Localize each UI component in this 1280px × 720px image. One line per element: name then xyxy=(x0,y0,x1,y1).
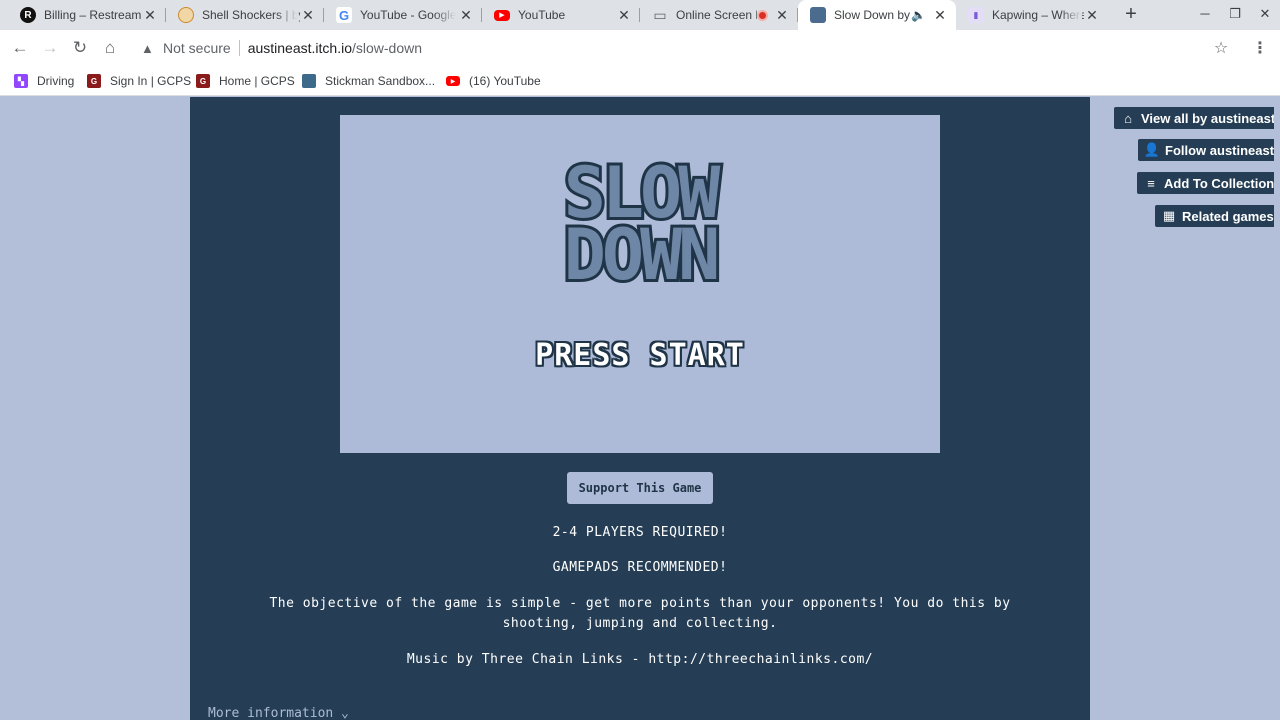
restream-icon: R xyxy=(20,7,36,23)
music-credit-text: Music by Three Chain Links - http://thre… xyxy=(406,652,874,667)
kapwing-icon: ▮ xyxy=(968,7,984,23)
restore-icon[interactable]: ❐ xyxy=(1226,6,1244,24)
recording-icon xyxy=(757,9,768,21)
url-path: /slow-down xyxy=(352,40,423,56)
logo-line-2: DOWN xyxy=(564,214,717,287)
stickman-icon xyxy=(302,74,316,88)
objective-text: The objective of the game is simple - ge… xyxy=(269,596,1011,631)
gamepads-recommended-text: GAMEPADS RECOMMENDED! xyxy=(552,560,728,575)
url-host: austineast.itch.io xyxy=(247,40,352,56)
home-icon[interactable]: ⌂ xyxy=(100,38,120,58)
close-tab-icon[interactable]: ✕ xyxy=(1084,7,1100,23)
close-tab-icon[interactable]: ✕ xyxy=(932,7,948,23)
reload-icon[interactable]: ↻ xyxy=(70,38,90,58)
not-secure-label[interactable]: Not secure xyxy=(163,40,231,56)
forward-icon[interactable]: → xyxy=(40,38,60,58)
menu-kebab-icon[interactable]: ⋮ xyxy=(1250,38,1270,58)
bookmark-sign-in-gcps[interactable]: G Sign In | GCPS xyxy=(87,71,191,91)
add-to-collection-button[interactable]: ≡ Add To Collection xyxy=(1137,172,1280,194)
list-add-icon: ≡ xyxy=(1147,175,1155,191)
bookmark-star-icon[interactable]: ☆ xyxy=(1211,38,1231,58)
browser-toolbar: ← → ↻ ⌂ ▲ Not secure austineast.itch.io /… xyxy=(0,30,1280,66)
bookmark-youtube[interactable]: ▶ (16) YouTube xyxy=(446,71,541,91)
egg-icon xyxy=(178,7,194,23)
itch-store-icon: ⌂ xyxy=(1124,110,1132,126)
add-user-icon: 👤 xyxy=(1143,142,1161,157)
monitor-icon: ▭ xyxy=(653,6,667,23)
speaker-icon[interactable]: 🔈 xyxy=(911,8,926,22)
tab-online-screen-recorder[interactable]: ▭ Online Screen R ✕ xyxy=(640,0,798,30)
players-required-text: 2-4 PLAYERS REQUIRED! xyxy=(552,525,728,540)
close-tab-icon[interactable]: ✕ xyxy=(300,7,316,23)
bookmark-home-gcps[interactable]: G Home | GCPS xyxy=(196,71,295,91)
youtube-icon: ▶ xyxy=(446,76,460,86)
gcps-icon: G xyxy=(196,74,210,88)
follow-button[interactable]: 👤 Follow austineast xyxy=(1138,139,1280,161)
tab-slow-down[interactable]: Slow Down by 🔈 ✕ xyxy=(798,0,956,30)
close-tab-icon[interactable]: ✕ xyxy=(142,7,158,23)
twitch-icon: ▚ xyxy=(14,74,28,88)
tab-billing-restream[interactable]: R Billing – Restream ✕ xyxy=(8,0,166,30)
close-tab-icon[interactable]: ✕ xyxy=(458,7,474,23)
back-icon[interactable]: ← xyxy=(10,38,30,58)
game-panel: SLOW DOWN PRESS START Support This Game … xyxy=(190,97,1090,720)
bookmarks-bar: ▚ Driving G Sign In | GCPS G Home | GCPS… xyxy=(0,66,1280,96)
tab-shell-shockers[interactable]: Shell Shockers | by ✕ xyxy=(166,0,324,30)
warning-icon[interactable]: ▲ xyxy=(141,41,157,56)
page-background: SLOW DOWN PRESS START Support This Game … xyxy=(0,97,1280,720)
map-icon: ▦ xyxy=(1162,208,1176,223)
close-tab-icon[interactable]: ✕ xyxy=(774,7,790,23)
related-games-button[interactable]: ▦ Related games xyxy=(1155,205,1279,227)
address-bar[interactable]: ▲ Not secure austineast.itch.io/slow-dow… xyxy=(131,33,1241,63)
more-information-link[interactable]: More information ⌄ xyxy=(208,706,349,720)
close-tab-icon[interactable]: ✕ xyxy=(616,7,632,23)
game-canvas[interactable]: SLOW DOWN PRESS START xyxy=(340,115,940,453)
view-all-button[interactable]: ⌂ View all by austineast xyxy=(1114,107,1280,129)
google-icon: G xyxy=(336,7,352,23)
youtube-icon: ▶ xyxy=(494,9,510,21)
minimize-icon[interactable]: ─ xyxy=(1196,6,1214,24)
close-window-icon[interactable]: ✕ xyxy=(1256,6,1274,24)
support-game-button[interactable]: Support This Game xyxy=(567,472,713,504)
press-start-label: PRESS START xyxy=(535,338,745,373)
bookmark-driving[interactable]: ▚ Driving xyxy=(14,71,74,91)
tab-youtube-google[interactable]: G YouTube - Google ✕ xyxy=(324,0,482,30)
tab-kapwing[interactable]: ▮ Kapwing – Where ✕ xyxy=(956,0,1108,30)
game-logo: SLOW DOWN xyxy=(561,161,728,287)
scrollbar[interactable] xyxy=(1274,97,1280,720)
tab-youtube[interactable]: ▶ YouTube ✕ xyxy=(482,0,640,30)
itch-icon xyxy=(810,7,826,23)
new-tab-button[interactable]: + xyxy=(1120,4,1142,26)
bookmark-stickman-sandbox[interactable]: Stickman Sandbox... xyxy=(302,71,435,91)
tab-strip: R Billing – Restream ✕ Shell Shockers | … xyxy=(0,0,1280,30)
gcps-icon: G xyxy=(87,74,101,88)
